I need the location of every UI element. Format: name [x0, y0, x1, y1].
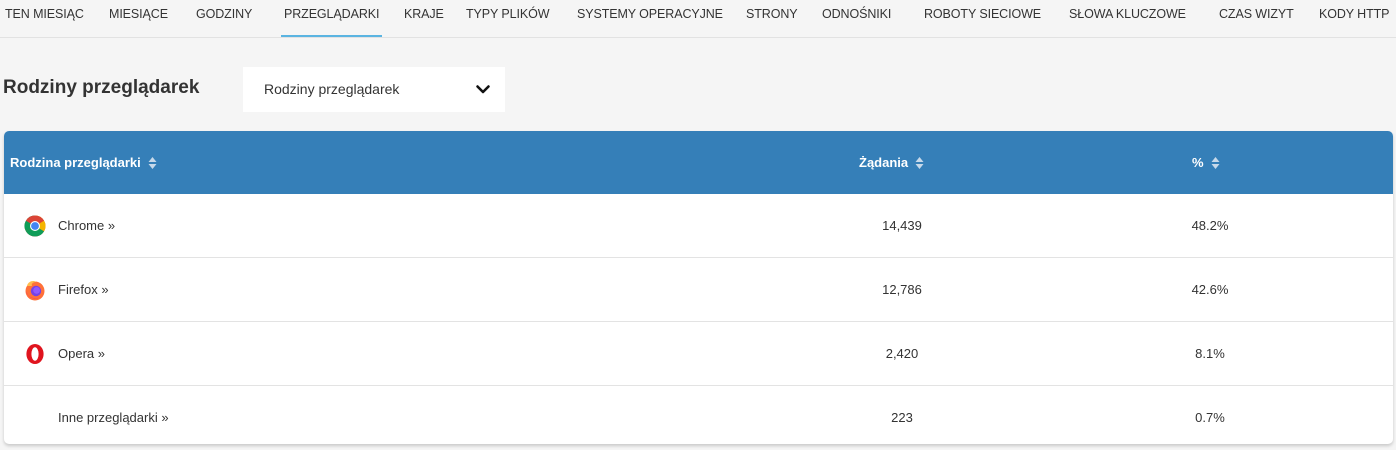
- tab-miesiace[interactable]: MIESIĄCE: [109, 7, 168, 21]
- tab-odnosniki[interactable]: ODNOŚNIKI: [822, 7, 891, 21]
- browser-link-other[interactable]: Inne przeglądarki »: [58, 410, 169, 425]
- browser-link-chrome[interactable]: Chrome »: [58, 218, 115, 233]
- tab-kraje[interactable]: KRAJE: [404, 7, 444, 21]
- tab-czas-wizyt[interactable]: CZAS WIZYT: [1219, 7, 1294, 21]
- table-row: Chrome » 14,439 48.2%: [4, 194, 1393, 258]
- requests-value: 14,439: [882, 218, 922, 233]
- select-value: Rodziny przeglądarek: [264, 81, 400, 97]
- browsers-table: Rodzina przeglądarki Żądania % Chrome » …: [4, 131, 1393, 444]
- tab-slowa-kluczowe[interactable]: SŁOWA KLUCZOWE: [1069, 7, 1186, 21]
- top-nav: TEN MIESIĄC MIESIĄCE GODZINY PRZEGLĄDARK…: [0, 0, 1396, 38]
- sort-icon: [915, 156, 924, 169]
- percent-value: 48.2%: [1191, 218, 1229, 233]
- tab-godziny[interactable]: GODZINY: [196, 7, 252, 21]
- column-header-percent[interactable]: %: [1192, 155, 1220, 170]
- tab-systemy-operacyjne[interactable]: SYSTEMY OPERACYJNE: [577, 7, 723, 21]
- table-row: Firefox » 12,786 42.6%: [4, 258, 1393, 322]
- requests-value: 12,786: [882, 282, 922, 297]
- chevron-down-icon: [476, 85, 490, 94]
- table-header: Rodzina przeglądarki Żądania %: [4, 131, 1393, 194]
- browser-link-firefox[interactable]: Firefox »: [58, 282, 109, 297]
- column-header-family[interactable]: Rodzina przeglądarki: [10, 155, 157, 170]
- browser-view-select[interactable]: Rodziny przeglądarek: [243, 67, 505, 112]
- opera-icon: [26, 344, 44, 364]
- tab-kody-http[interactable]: KODY HTTP: [1319, 7, 1390, 21]
- table-row: Inne przeglądarki » 223 0.7%: [4, 386, 1393, 444]
- table-row: Opera » 2,420 8.1%: [4, 322, 1393, 386]
- tab-ten-miesiac[interactable]: TEN MIESIĄC: [5, 7, 84, 21]
- column-header-requests[interactable]: Żądania: [859, 155, 924, 170]
- column-family-label: Rodzina przeglądarki: [10, 155, 141, 170]
- browser-link-opera[interactable]: Opera »: [58, 346, 105, 361]
- requests-value: 223: [891, 410, 913, 425]
- percent-value: 8.1%: [1195, 346, 1225, 361]
- requests-value: 2,420: [885, 346, 919, 361]
- tab-roboty-sieciowe[interactable]: ROBOTY SIECIOWE: [924, 7, 1041, 21]
- sort-icon: [148, 156, 157, 169]
- column-percent-label: %: [1192, 155, 1204, 170]
- page-title: Rodziny przeglądarek: [3, 77, 200, 98]
- tab-strony[interactable]: STRONY: [746, 7, 798, 21]
- column-requests-label: Żądania: [859, 155, 909, 170]
- percent-value: 42.6%: [1191, 282, 1229, 297]
- chrome-icon: [24, 215, 46, 237]
- sort-icon: [1211, 156, 1220, 169]
- percent-value: 0.7%: [1195, 410, 1225, 425]
- tab-typy-plikow[interactable]: TYPY PLIKÓW: [466, 7, 550, 21]
- firefox-icon: [25, 281, 45, 301]
- tab-przegladarki[interactable]: PRZEGLĄDARKI: [280, 7, 383, 37]
